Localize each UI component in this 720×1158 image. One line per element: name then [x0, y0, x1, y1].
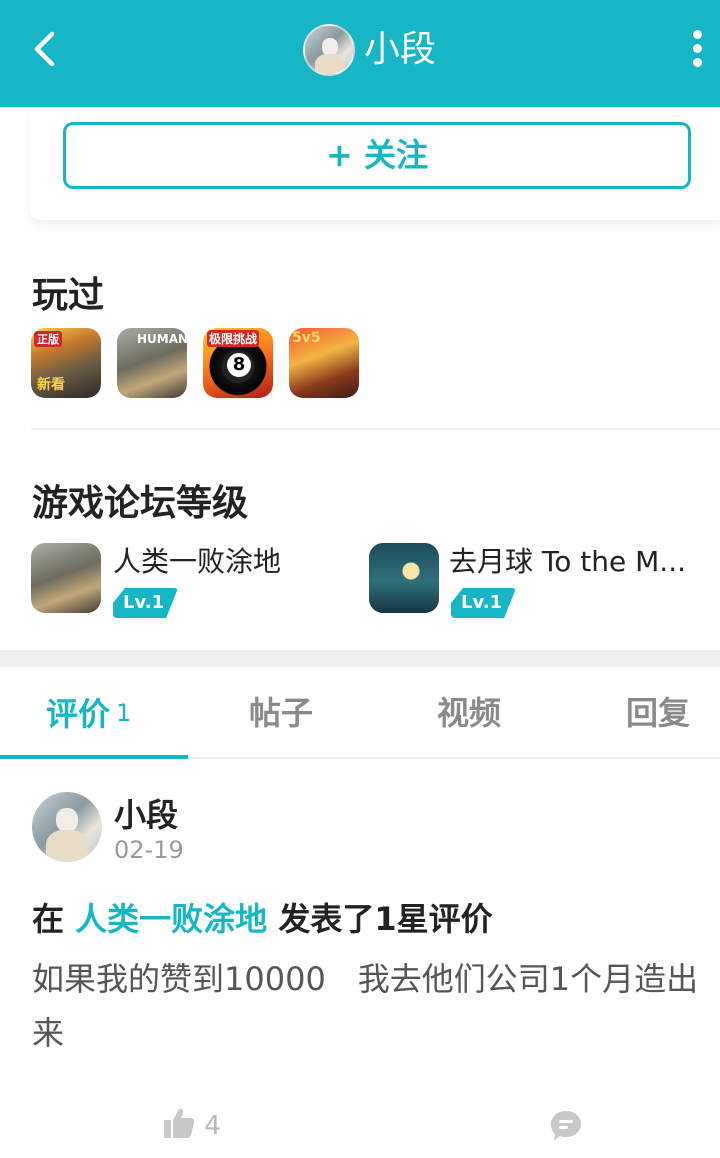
follow-button[interactable]: + 关注 [63, 122, 691, 189]
post-author-name[interactable]: 小段 [114, 790, 178, 836]
more-button[interactable] [684, 30, 710, 70]
back-button[interactable] [22, 24, 72, 74]
chevron-left-icon [34, 31, 55, 67]
post-game-link[interactable]: 人类一败涂地 [75, 900, 267, 938]
to-the-moon-game-icon[interactable] [369, 543, 439, 613]
tab-replies[interactable]: 回复 [626, 688, 690, 738]
like-button[interactable]: 4 [162, 1106, 221, 1146]
like-count: 4 [204, 1111, 221, 1141]
forum-level-game-name[interactable]: 人类一败涂地 [113, 540, 281, 580]
comment-button[interactable] [548, 1108, 584, 1144]
forum-level-game-name[interactable]: 去月球 To the M... [449, 540, 686, 580]
post-date: 02-19 [114, 836, 184, 864]
played-title: 玩过 [32, 275, 105, 316]
8-ball-icon: 8 [227, 353, 251, 377]
level-badge: Lv.1 [113, 588, 178, 618]
forum-level-title: 游戏论坛等级 [32, 483, 249, 524]
tab-count: 1 [116, 699, 132, 727]
header-title: 小段 [364, 29, 437, 70]
post-author-avatar[interactable] [32, 792, 102, 862]
comment-icon [551, 1111, 581, 1141]
section-divider [31, 428, 720, 430]
pubg-game-icon[interactable]: 正版 新看 [31, 328, 101, 398]
level-badge: Lv.1 [451, 588, 516, 618]
top-bar [0, 0, 720, 107]
honor-of-kings-game-icon[interactable]: 5v5 [289, 328, 359, 398]
post-headline: 在 人类一败涂地 发表了1星评价 [32, 900, 493, 938]
8-ball-game-icon[interactable]: 极限挑战 8 [203, 328, 273, 398]
tab-videos[interactable]: 视频 [437, 688, 501, 738]
tab-active-indicator [0, 755, 188, 759]
human-fall-flat-game-icon[interactable]: HUMAN [117, 328, 187, 398]
thumbs-up-icon [164, 1108, 195, 1138]
human-fall-flat-game-icon[interactable] [31, 543, 101, 613]
tab-reviews[interactable]: 评价 1 [46, 688, 131, 738]
header-avatar[interactable] [303, 24, 355, 76]
section-gap [0, 650, 720, 667]
post-content: 如果我的赞到10000 我去他们公司1个月造出来 [32, 960, 699, 1052]
tab-posts[interactable]: 帖子 [249, 688, 313, 738]
